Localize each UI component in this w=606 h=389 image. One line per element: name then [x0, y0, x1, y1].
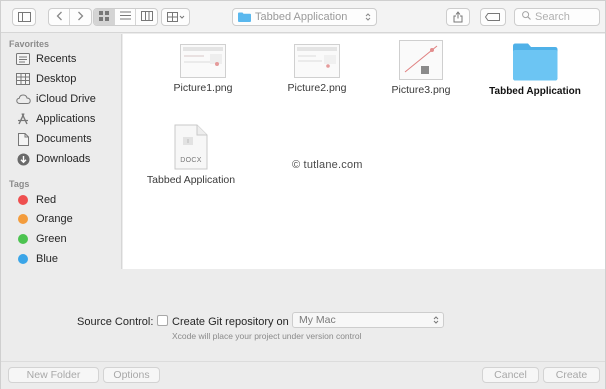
documents-icon: [15, 132, 31, 146]
sidebar-item-desktop[interactable]: Desktop: [15, 70, 76, 88]
arrange-button[interactable]: [161, 8, 190, 26]
dialog-footer: New Folder Options Cancel Create: [1, 361, 605, 389]
file-name-label: Picture2.png: [287, 82, 347, 94]
file-name-label: Picture3.png: [391, 84, 451, 96]
file-name-label: Tabbed Application: [489, 86, 581, 97]
sidebar-item-label: Orange: [36, 213, 73, 225]
sidebar-toggle-button[interactable]: [12, 8, 36, 26]
location-path-popup[interactable]: Tabbed Application: [232, 8, 377, 26]
sidebar-tag-orange[interactable]: Orange: [15, 210, 73, 228]
sidebar-item-label: iCloud Drive: [36, 93, 96, 105]
sidebar-item-label: Desktop: [36, 73, 77, 85]
sidebar-item-label: Recents: [36, 53, 77, 65]
repository-location-popup[interactable]: My Mac: [292, 312, 444, 328]
orange-tag-dot-icon: [15, 212, 31, 226]
icon-view-button[interactable]: [94, 9, 115, 25]
sidebar-tag-red[interactable]: Red: [15, 191, 56, 209]
sidebar-item-label: Applications: [36, 113, 96, 125]
updown-chevron-icon: [365, 12, 371, 25]
file-item-picture2[interactable]: Picture2.png: [262, 44, 372, 94]
create-git-repo-label: Create Git repository on: [172, 316, 289, 328]
file-item-picture3[interactable]: Picture3.png: [366, 40, 476, 96]
image-thumbnail-icon: [399, 40, 443, 80]
source-control-label: Source Control:: [77, 316, 154, 328]
options-button[interactable]: Options: [103, 367, 160, 383]
view-mode-switcher: [93, 8, 158, 26]
file-item-tabbed-application-docx[interactable]: DOCX Tabbed Application: [136, 124, 246, 186]
list-view-button[interactable]: [115, 9, 136, 25]
share-icon: [453, 11, 463, 23]
sidebar: Favorites Recents Desktop iCloud Drive A…: [1, 34, 122, 269]
back-button[interactable]: [49, 9, 70, 25]
forward-button[interactable]: [70, 9, 91, 25]
recents-icon: [15, 52, 31, 66]
arrange-grid-icon: [166, 12, 185, 22]
version-control-hint: Xcode will place your project under vers…: [172, 331, 362, 341]
nav-back-forward: [48, 8, 92, 26]
toolbar: Tabbed Application Search: [1, 1, 605, 33]
downloads-icon: [15, 152, 31, 166]
column-view-button[interactable]: [136, 9, 157, 25]
sidebar-item-recents[interactable]: Recents: [15, 50, 76, 68]
file-name-label: Tabbed Application: [146, 174, 236, 186]
new-folder-button[interactable]: New Folder: [8, 367, 99, 383]
create-button[interactable]: Create: [543, 367, 600, 383]
tags-heading: Tags: [9, 179, 30, 189]
sidebar-tag-blue[interactable]: Blue: [15, 250, 58, 268]
chevron-left-icon: [56, 11, 63, 24]
image-thumbnail-icon: [180, 44, 226, 78]
folder-icon: [511, 42, 559, 82]
desktop-icon: [15, 72, 31, 86]
columns-icon: [140, 10, 153, 24]
chevron-right-icon: [77, 11, 84, 24]
create-git-repo-checkbox[interactable]: [157, 315, 168, 326]
docx-badge: DOCX: [180, 157, 202, 164]
sidebar-item-documents[interactable]: Documents: [15, 130, 92, 148]
docx-document-icon: DOCX: [174, 124, 208, 170]
file-name-label: Picture1.png: [173, 82, 233, 94]
search-field[interactable]: Search: [514, 8, 600, 26]
sidebar-item-icloud-drive[interactable]: iCloud Drive: [15, 90, 96, 108]
sidebar-item-label: Red: [36, 194, 57, 206]
folder-icon: [238, 12, 251, 22]
search-placeholder: Search: [535, 11, 570, 23]
green-tag-dot-icon: [15, 232, 31, 246]
updown-chevron-icon: [433, 315, 439, 328]
repository-location-value: My Mac: [299, 314, 336, 326]
sidebar-item-downloads[interactable]: Downloads: [15, 150, 90, 168]
file-item-tabbed-application-folder[interactable]: Tabbed Application: [480, 42, 590, 97]
sidebar-item-label: Documents: [36, 133, 92, 145]
list-icon: [119, 11, 131, 23]
sidebar-item-label: Blue: [36, 253, 59, 265]
cloud-icon: [15, 92, 31, 106]
sidebar-item-label: Downloads: [36, 153, 91, 165]
sidebar-item-label: Green: [36, 233, 67, 245]
sidebar-toggle-icon: [17, 12, 31, 22]
file-item-picture1[interactable]: Picture1.png: [148, 44, 258, 94]
options-panel: Source Control: Create Git repository on…: [1, 269, 605, 361]
tag-button[interactable]: [480, 8, 506, 26]
image-thumbnail-icon: [294, 44, 340, 78]
tag-icon: [485, 13, 501, 21]
grid-icon: [99, 10, 109, 24]
cancel-button[interactable]: Cancel: [482, 367, 539, 383]
red-tag-dot-icon: [15, 193, 31, 207]
blue-tag-dot-icon: [15, 252, 31, 266]
file-browser-pane: Picture1.png Picture2.png Picture3.png T…: [123, 34, 605, 269]
sidebar-item-applications[interactable]: Applications: [15, 110, 95, 128]
search-icon: [522, 11, 535, 23]
applications-icon: [15, 112, 31, 126]
share-button[interactable]: [446, 8, 470, 26]
favorites-heading: Favorites: [9, 39, 50, 49]
location-path-label: Tabbed Application: [255, 11, 348, 23]
sidebar-tag-green[interactable]: Green: [15, 230, 67, 248]
watermark-text: © tutlane.com: [292, 159, 363, 171]
save-dialog-window: Tabbed Application Search Favorites Rece…: [0, 0, 606, 389]
